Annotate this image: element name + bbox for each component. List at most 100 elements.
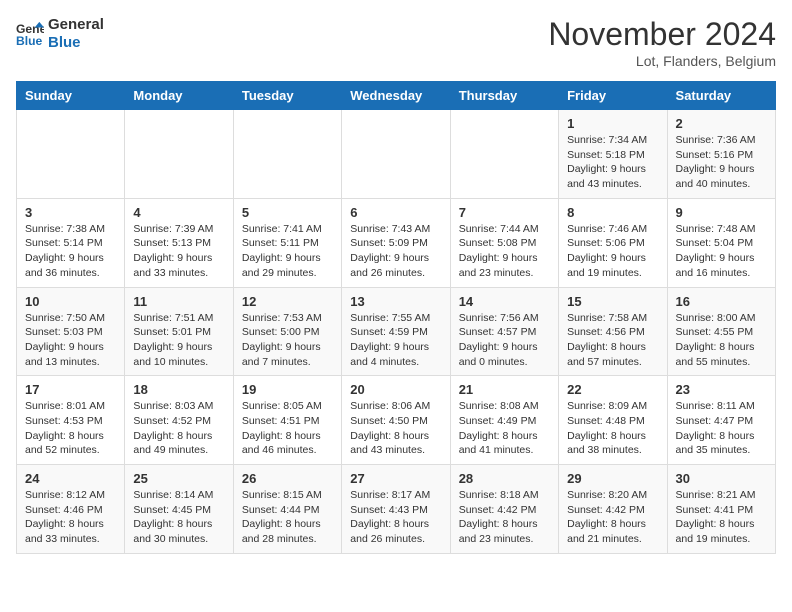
day-number: 6 xyxy=(350,205,441,220)
day-number: 3 xyxy=(25,205,116,220)
calendar-cell: 12 Sunrise: 7:53 AM Sunset: 5:00 PM Dayli… xyxy=(233,287,341,376)
calendar-cell: 10 Sunrise: 7:50 AM Sunset: 5:03 PM Dayli… xyxy=(17,287,125,376)
day-number: 26 xyxy=(242,471,333,486)
calendar-cell: 19Sunrise: 8:05 AM Sunset: 4:51 PM Dayli… xyxy=(233,376,341,465)
day-info: Sunrise: 7:41 AM Sunset: 5:11 PM Dayligh… xyxy=(242,222,333,281)
day-info: Sunrise: 8:08 AM Sunset: 4:49 PM Dayligh… xyxy=(459,399,550,458)
day-info: Sunrise: 8:12 AM Sunset: 4:46 PM Dayligh… xyxy=(25,488,116,547)
calendar-cell: 27Sunrise: 8:17 AM Sunset: 4:43 PM Dayli… xyxy=(342,465,450,554)
calendar-cell: 18Sunrise: 8:03 AM Sunset: 4:52 PM Dayli… xyxy=(125,376,233,465)
calendar-cell: 23Sunrise: 8:11 AM Sunset: 4:47 PM Dayli… xyxy=(667,376,775,465)
calendar-cell xyxy=(450,110,558,199)
logo: General Blue General Blue xyxy=(16,16,104,52)
day-info: Sunrise: 8:06 AM Sunset: 4:50 PM Dayligh… xyxy=(350,399,441,458)
calendar-cell: 15 Sunrise: 7:58 AM Sunset: 4:56 PM Dayli… xyxy=(559,287,667,376)
calendar-cell: 4Sunrise: 7:39 AM Sunset: 5:13 PM Daylig… xyxy=(125,198,233,287)
weekday-header-tuesday: Tuesday xyxy=(233,82,341,110)
week-row-1: 1 Sunrise: 7:34 AM Sunset: 5:18 PM Daylig… xyxy=(17,110,776,199)
weekday-header-monday: Monday xyxy=(125,82,233,110)
day-number: 7 xyxy=(459,205,550,220)
day-info: Sunrise: 8:14 AM Sunset: 4:45 PM Dayligh… xyxy=(133,488,224,547)
calendar-cell: 13 Sunrise: 7:55 AM Sunset: 4:59 PM Dayli… xyxy=(342,287,450,376)
day-number: 17 xyxy=(25,382,116,397)
weekday-header-row: SundayMondayTuesdayWednesdayThursdayFrid… xyxy=(17,82,776,110)
calendar-cell: 26 Sunrise: 8:15 AM Sunset: 4:44 PM Dayli… xyxy=(233,465,341,554)
calendar-cell: 17 Sunrise: 8:01 AM Sunset: 4:53 PM Dayli… xyxy=(17,376,125,465)
day-number: 25 xyxy=(133,471,224,486)
day-number: 28 xyxy=(459,471,550,486)
day-number: 15 xyxy=(567,294,658,309)
day-number: 30 xyxy=(676,471,767,486)
weekday-header-saturday: Saturday xyxy=(667,82,775,110)
day-info: Sunrise: 7:39 AM Sunset: 5:13 PM Dayligh… xyxy=(133,222,224,281)
day-info: Sunrise: 8:20 AM Sunset: 4:42 PM Dayligh… xyxy=(567,488,658,547)
calendar-cell: 29 Sunrise: 8:20 AM Sunset: 4:42 PM Dayli… xyxy=(559,465,667,554)
day-info: Sunrise: 7:50 AM Sunset: 5:03 PM Dayligh… xyxy=(25,311,116,370)
logo-icon: General Blue xyxy=(16,20,44,48)
location: Lot, Flanders, Belgium xyxy=(548,53,776,69)
day-info: Sunrise: 7:44 AM Sunset: 5:08 PM Dayligh… xyxy=(459,222,550,281)
day-number: 12 xyxy=(242,294,333,309)
calendar-cell: 3 Sunrise: 7:38 AM Sunset: 5:14 PM Daylig… xyxy=(17,198,125,287)
day-number: 2 xyxy=(676,116,767,131)
title-block: November 2024 Lot, Flanders, Belgium xyxy=(548,16,776,69)
day-number: 5 xyxy=(242,205,333,220)
day-info: Sunrise: 8:15 AM Sunset: 4:44 PM Dayligh… xyxy=(242,488,333,547)
calendar-cell: 5 Sunrise: 7:41 AM Sunset: 5:11 PM Daylig… xyxy=(233,198,341,287)
day-info: Sunrise: 7:36 AM Sunset: 5:16 PM Dayligh… xyxy=(676,133,767,192)
calendar-cell: 30 Sunrise: 8:21 AM Sunset: 4:41 PM Dayli… xyxy=(667,465,775,554)
calendar-cell: 6 Sunrise: 7:43 AM Sunset: 5:09 PM Daylig… xyxy=(342,198,450,287)
logo-blue: Blue xyxy=(48,34,104,52)
day-info: Sunrise: 7:48 AM Sunset: 5:04 PM Dayligh… xyxy=(676,222,767,281)
calendar-cell: 1 Sunrise: 7:34 AM Sunset: 5:18 PM Daylig… xyxy=(559,110,667,199)
calendar-cell xyxy=(342,110,450,199)
svg-text:Blue: Blue xyxy=(16,34,43,48)
day-number: 20 xyxy=(350,382,441,397)
page-header: General Blue General Blue November 2024 … xyxy=(16,16,776,69)
week-row-3: 10 Sunrise: 7:50 AM Sunset: 5:03 PM Dayli… xyxy=(17,287,776,376)
calendar-cell xyxy=(125,110,233,199)
day-info: Sunrise: 7:46 AM Sunset: 5:06 PM Dayligh… xyxy=(567,222,658,281)
day-number: 24 xyxy=(25,471,116,486)
day-number: 18 xyxy=(133,382,224,397)
day-number: 29 xyxy=(567,471,658,486)
weekday-header-sunday: Sunday xyxy=(17,82,125,110)
day-number: 1 xyxy=(567,116,658,131)
day-info: Sunrise: 7:43 AM Sunset: 5:09 PM Dayligh… xyxy=(350,222,441,281)
day-info: Sunrise: 7:58 AM Sunset: 4:56 PM Dayligh… xyxy=(567,311,658,370)
calendar-table: SundayMondayTuesdayWednesdayThursdayFrid… xyxy=(16,81,776,554)
day-number: 22 xyxy=(567,382,658,397)
calendar-cell: 14Sunrise: 7:56 AM Sunset: 4:57 PM Dayli… xyxy=(450,287,558,376)
weekday-header-thursday: Thursday xyxy=(450,82,558,110)
day-info: Sunrise: 8:00 AM Sunset: 4:55 PM Dayligh… xyxy=(676,311,767,370)
day-info: Sunrise: 8:01 AM Sunset: 4:53 PM Dayligh… xyxy=(25,399,116,458)
calendar-cell: 9 Sunrise: 7:48 AM Sunset: 5:04 PM Daylig… xyxy=(667,198,775,287)
calendar-cell: 2 Sunrise: 7:36 AM Sunset: 5:16 PM Daylig… xyxy=(667,110,775,199)
calendar-cell: 25 Sunrise: 8:14 AM Sunset: 4:45 PM Dayli… xyxy=(125,465,233,554)
day-number: 8 xyxy=(567,205,658,220)
day-number: 10 xyxy=(25,294,116,309)
calendar-cell: 22Sunrise: 8:09 AM Sunset: 4:48 PM Dayli… xyxy=(559,376,667,465)
day-info: Sunrise: 8:11 AM Sunset: 4:47 PM Dayligh… xyxy=(676,399,767,458)
day-number: 13 xyxy=(350,294,441,309)
day-number: 14 xyxy=(459,294,550,309)
day-info: Sunrise: 8:17 AM Sunset: 4:43 PM Dayligh… xyxy=(350,488,441,547)
day-info: Sunrise: 7:55 AM Sunset: 4:59 PM Dayligh… xyxy=(350,311,441,370)
calendar-cell: 7 Sunrise: 7:44 AM Sunset: 5:08 PM Daylig… xyxy=(450,198,558,287)
day-number: 21 xyxy=(459,382,550,397)
day-number: 9 xyxy=(676,205,767,220)
week-row-5: 24 Sunrise: 8:12 AM Sunset: 4:46 PM Dayli… xyxy=(17,465,776,554)
day-info: Sunrise: 8:18 AM Sunset: 4:42 PM Dayligh… xyxy=(459,488,550,547)
calendar-cell: 8 Sunrise: 7:46 AM Sunset: 5:06 PM Daylig… xyxy=(559,198,667,287)
day-info: Sunrise: 7:53 AM Sunset: 5:00 PM Dayligh… xyxy=(242,311,333,370)
calendar-cell xyxy=(233,110,341,199)
day-number: 19 xyxy=(242,382,333,397)
calendar-cell: 28 Sunrise: 8:18 AM Sunset: 4:42 PM Dayli… xyxy=(450,465,558,554)
calendar-cell: 24 Sunrise: 8:12 AM Sunset: 4:46 PM Dayli… xyxy=(17,465,125,554)
week-row-2: 3 Sunrise: 7:38 AM Sunset: 5:14 PM Daylig… xyxy=(17,198,776,287)
day-info: Sunrise: 8:21 AM Sunset: 4:41 PM Dayligh… xyxy=(676,488,767,547)
logo-general: General xyxy=(48,16,104,34)
calendar-cell xyxy=(17,110,125,199)
day-info: Sunrise: 7:34 AM Sunset: 5:18 PM Dayligh… xyxy=(567,133,658,192)
day-info: Sunrise: 7:38 AM Sunset: 5:14 PM Dayligh… xyxy=(25,222,116,281)
